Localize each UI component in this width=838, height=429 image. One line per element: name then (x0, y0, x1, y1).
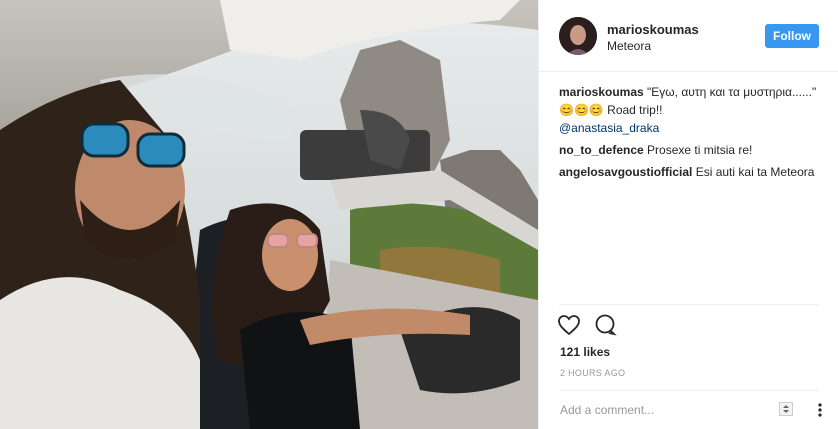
add-comment-input[interactable]: Add a comment... (560, 403, 654, 417)
comments-list: marioskoumas "Εγω, αυτη και τα μυστηρια.… (559, 83, 823, 185)
comment-item: angelosavgoustiofficial Esi auti kai ta … (559, 163, 823, 181)
avatar[interactable] (559, 17, 597, 55)
post-timestamp[interactable]: 2 HOURS AGO (560, 368, 625, 378)
more-options-icon[interactable] (817, 402, 823, 423)
post-username[interactable]: marioskoumas (607, 22, 699, 37)
divider (559, 390, 819, 391)
comment-text: Esi auti kai ta Meteora (695, 165, 815, 179)
comment-icon[interactable] (593, 313, 617, 342)
comment-text: Prosexe ti mitsia re! (647, 143, 753, 157)
divider (559, 304, 819, 305)
comment-username[interactable]: angelosavgoustiofficial (559, 165, 692, 179)
heart-icon[interactable] (557, 313, 581, 342)
post-side-panel: marioskoumas Meteora Follow marioskoumas… (538, 0, 838, 429)
caption-username[interactable]: marioskoumas (559, 85, 644, 99)
caption-mention[interactable]: @anastasia_draka (559, 121, 659, 135)
likes-count[interactable]: 121 likes (560, 345, 610, 359)
post-location[interactable]: Meteora (607, 39, 651, 53)
comment-username[interactable]: no_to_defence (559, 143, 644, 157)
post-photo[interactable] (0, 0, 538, 429)
instagram-post: marioskoumas Meteora Follow marioskoumas… (0, 0, 838, 429)
follow-button[interactable]: Follow (765, 24, 819, 48)
comment-item: no_to_defence Prosexe ti mitsia re! (559, 141, 823, 159)
caption: marioskoumas "Εγω, αυτη και τα μυστηρια.… (559, 83, 823, 137)
post-header: marioskoumas Meteora Follow (539, 0, 838, 72)
scroll-arrows-icon[interactable] (779, 402, 793, 421)
